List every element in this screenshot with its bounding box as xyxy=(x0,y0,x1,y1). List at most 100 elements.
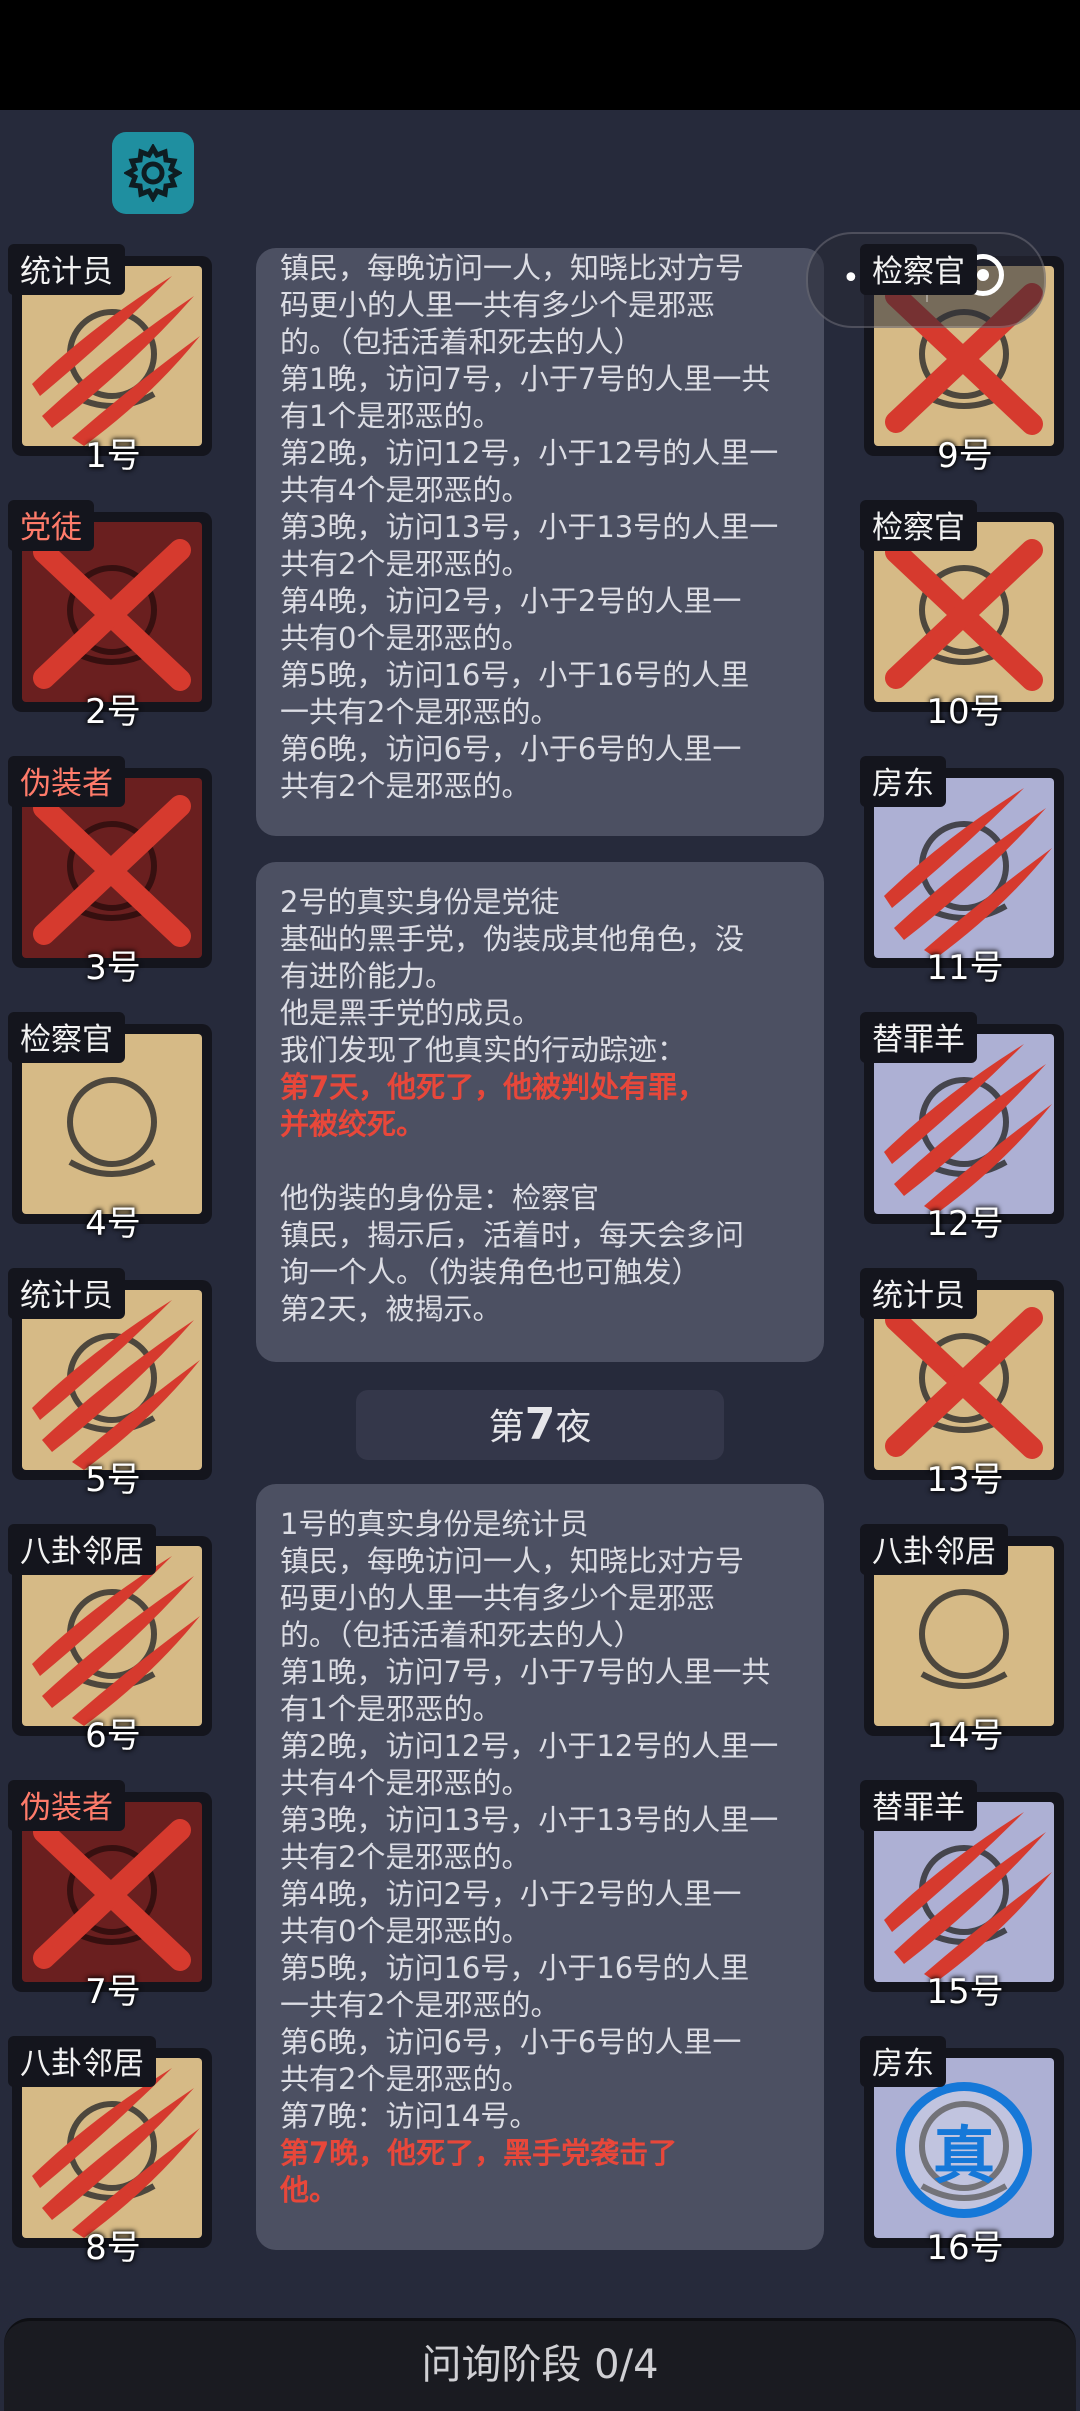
log-line: 共有2个是邪恶的。 xyxy=(280,769,531,803)
log-line-highlight: 第7天，他死了，他被判处有罪， xyxy=(280,1070,707,1104)
role-label: 房东 xyxy=(860,756,946,807)
log-line: 有1个是邪恶的。 xyxy=(280,399,502,433)
log-panel-player-2: 2号的真实身份是党徒 基础的黑手党，伪装成其他角色，没 有进阶能力。 他是黑手党的成员… xyxy=(256,862,824,1362)
role-label: 检察官 xyxy=(860,244,977,295)
log-line: 我们发现了他真实的行动踪迹： xyxy=(280,1033,687,1067)
player-slot-3[interactable]: 伪装者 3号 xyxy=(8,756,218,988)
player-slot-14[interactable]: 八卦邻居 14号 xyxy=(860,1524,1070,1756)
role-label: 伪装者 xyxy=(8,1780,125,1831)
log-line-highlight: 第7晚，他死了，黑手党袭击了 xyxy=(280,2136,678,2170)
player-number: 6号 xyxy=(85,1716,141,1756)
role-label: 替罪羊 xyxy=(860,1780,977,1831)
role-label: 统计员 xyxy=(8,1268,125,1319)
claw-mark-icon xyxy=(32,2068,200,2238)
log-line: 的。（包括活着和死去的人） xyxy=(280,325,643,359)
player-slot-15[interactable]: 替罪羊 15号 xyxy=(860,1780,1070,2012)
settings-button[interactable] xyxy=(112,132,194,214)
log-line: 共有0个是邪恶的。 xyxy=(280,621,531,655)
log-line: 第2晚，访问12号，小于12号的人里一 xyxy=(280,436,779,470)
player-number: 15号 xyxy=(926,1972,1004,2012)
player-slot-4[interactable]: 检察官 4号 xyxy=(8,1012,218,1244)
log-line: 第4晚，访问2号，小于2号的人里一 xyxy=(280,1877,742,1911)
log-line-highlight: 并被绞死。 xyxy=(280,1107,426,1141)
log-line: 第3晚，访问13号，小于13号的人里一 xyxy=(280,1803,779,1837)
log-line: 的。（包括活着和死去的人） xyxy=(280,1618,643,1652)
claw-mark-icon xyxy=(884,1812,1052,1982)
phase-bar[interactable]: 问询阶段 0/4 xyxy=(4,2318,1076,2411)
role-label: 党徒 xyxy=(8,500,94,551)
log-line: 有进阶能力。 xyxy=(280,959,455,993)
player-slot-5[interactable]: 统计员 5号 xyxy=(8,1268,218,1500)
log-line: 第2天，被揭示。 xyxy=(280,1292,502,1326)
log-line: 共有0个是邪恶的。 xyxy=(280,1914,531,1948)
role-label: 检察官 xyxy=(8,1012,125,1063)
log-line: 共有2个是邪恶的。 xyxy=(280,547,531,581)
player-number: 3号 xyxy=(85,948,141,988)
log-line: 第2晚，访问12号，小于12号的人里一 xyxy=(280,1729,779,1763)
log-line: 第5晚，访问16号，小于16号的人里 xyxy=(280,1951,750,1985)
claw-mark-icon xyxy=(884,1044,1052,1214)
log-line: 镇民，每晚访问一人，知晓比对方号 xyxy=(280,1544,745,1578)
player-number: 1号 xyxy=(85,436,141,476)
log-line: 第6晚，访问6号，小于6号的人里一 xyxy=(280,2025,742,2059)
log-line: 基础的黑手党，伪装成其他角色，没 xyxy=(280,922,745,956)
claw-mark-icon xyxy=(32,1556,200,1726)
log-line: 第7晚：访问14号。 xyxy=(280,2099,539,2133)
role-label: 八卦邻居 xyxy=(8,2036,156,2087)
log-line: 码更小的人里一共有多少个是邪恶 xyxy=(280,288,716,322)
player-slot-12[interactable]: 替罪羊 12号 xyxy=(860,1012,1070,1244)
player-number: 16号 xyxy=(926,2228,1004,2268)
player-number: 13号 xyxy=(926,1460,1004,1500)
player-slot-13[interactable]: 统计员 13号 xyxy=(860,1268,1070,1500)
role-label: 八卦邻居 xyxy=(8,1524,156,1575)
role-label: 统计员 xyxy=(8,244,125,295)
log-line: 第5晚，访问16号，小于16号的人里 xyxy=(280,658,750,692)
player-number: 4号 xyxy=(85,1204,141,1244)
player-slot-7[interactable]: 伪装者 7号 xyxy=(8,1780,218,2012)
log-line: 第6晚，访问6号，小于6号的人里一 xyxy=(280,732,742,766)
player-slot-6[interactable]: 八卦邻居 6号 xyxy=(8,1524,218,1756)
night-prefix: 第 xyxy=(488,1407,525,1448)
player-number: 12号 xyxy=(926,1204,1004,1244)
log-line: 第1晚，访问7号，小于7号的人里一共 xyxy=(280,1655,771,1689)
verified-badge-icon: 真 xyxy=(896,2082,1032,2218)
log-line: 共有2个是邪恶的。 xyxy=(280,1840,531,1874)
log-panel-player-1: 1号的真实身份是统计员 镇民，每晚访问一人，知晓比对方号 码更小的人里一共有多少个是… xyxy=(256,1484,824,2250)
log-line-highlight: 他。 xyxy=(280,2173,339,2207)
role-label: 八卦邻居 xyxy=(860,1524,1008,1575)
log-line: 他伪装的身份是：检察官 xyxy=(280,1181,600,1215)
log-line: 共有2个是邪恶的。 xyxy=(280,2062,531,2096)
player-slot-16[interactable]: 真 房东 16号 xyxy=(860,2036,1070,2268)
log-line: 一共有2个是邪恶的。 xyxy=(280,695,560,729)
log-line: 询一个人。（伪装角色也可触发） xyxy=(280,1255,701,1289)
player-slot-11[interactable]: 房东 11号 xyxy=(860,756,1070,988)
role-label: 伪装者 xyxy=(8,756,125,807)
log-line: 第1晚，访问7号，小于7号的人里一共 xyxy=(280,362,771,396)
night-number: 7 xyxy=(524,1399,556,1450)
log-line: 他是黑手党的成员。 xyxy=(280,996,542,1030)
log-panel-previous: 镇民，每晚访问一人，知晓比对方号 码更小的人里一共有多少个是邪恶 的。（包括活着和死… xyxy=(256,248,824,836)
player-slot-1[interactable]: 统计员 1号 xyxy=(8,244,218,476)
role-emblem-icon xyxy=(919,1589,1009,1689)
log-line: 共有4个是邪恶的。 xyxy=(280,473,531,507)
log-line: 第3晚，访问13号，小于13号的人里一 xyxy=(280,510,779,544)
player-slot-8[interactable]: 八卦邻居 8号 xyxy=(8,2036,218,2268)
log-line: 一共有2个是邪恶的。 xyxy=(280,1988,560,2022)
log-line: 镇民，每晚访问一人，知晓比对方号 xyxy=(280,251,745,285)
gear-icon xyxy=(124,144,182,202)
log-line: 共有4个是邪恶的。 xyxy=(280,1766,531,1800)
player-slot-10[interactable]: 检察官 10号 xyxy=(860,500,1070,732)
player-number: 9号 xyxy=(937,436,993,476)
role-emblem-icon xyxy=(67,1077,157,1177)
log-line: 码更小的人里一共有多少个是邪恶 xyxy=(280,1581,716,1615)
player-number: 7号 xyxy=(85,1972,141,2012)
phase-label: 问询阶段 0/4 xyxy=(421,2342,659,2388)
player-number: 14号 xyxy=(926,1716,1004,1756)
status-bar xyxy=(0,0,1080,110)
player-number: 5号 xyxy=(85,1460,141,1500)
log-spacer xyxy=(280,1143,800,1180)
player-number: 2号 xyxy=(85,692,141,732)
log-line: 第4晚，访问2号，小于2号的人里一 xyxy=(280,584,742,618)
player-slot-2[interactable]: 党徒 2号 xyxy=(8,500,218,732)
role-label: 检察官 xyxy=(860,500,977,551)
